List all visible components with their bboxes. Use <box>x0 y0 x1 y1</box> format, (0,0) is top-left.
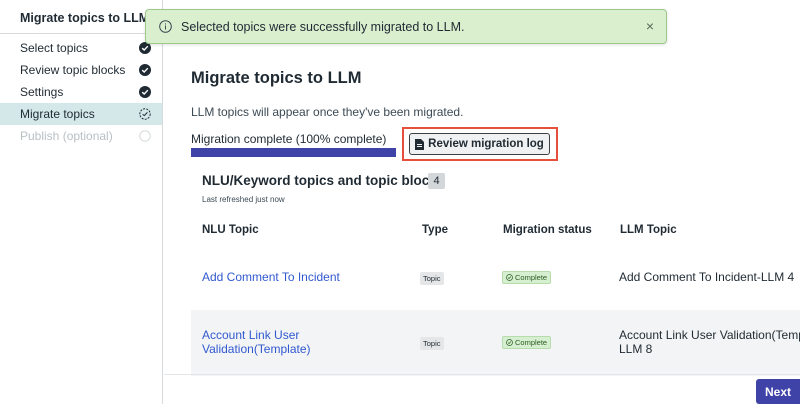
nlu-topic-line: Account Link User <box>202 328 300 342</box>
check-circle-icon <box>139 86 151 98</box>
check-circle-icon <box>506 339 513 346</box>
main-content: Migrate topics to LLM LLM topics will ap… <box>164 34 800 404</box>
step-label: Review topic blocks <box>20 63 126 77</box>
wizard-sidebar: Migrate topics to LLM Select topics Revi… <box>0 0 163 404</box>
page-title: Migrate topics to LLM <box>191 69 362 87</box>
step-migrate-topics[interactable]: Migrate topics <box>0 103 162 125</box>
nlu-topic-line: Validation(Template) <box>202 342 311 356</box>
step-review-topic-blocks[interactable]: Review topic blocks <box>0 59 162 81</box>
empty-circle-icon <box>139 130 151 142</box>
table-row: Add Comment To Incident Topic Complete A… <box>191 247 800 309</box>
type-badge: Topic <box>420 272 444 285</box>
llm-topic-line: Account Link User Validation(Temp <box>619 328 800 342</box>
nlu-topic-link[interactable]: Account Link User Validation(Template) <box>202 328 311 356</box>
step-publish: Publish (optional) <box>0 125 162 147</box>
step-select-topics[interactable]: Select topics <box>0 37 162 59</box>
footer-divider <box>164 374 800 375</box>
progress-bar <box>191 148 396 157</box>
info-icon <box>159 20 172 33</box>
step-label: Settings <box>20 85 64 99</box>
llm-topic: Add Comment To Incident-LLM 4 <box>619 270 795 284</box>
status-badge: Complete <box>502 336 552 349</box>
status-label: Complete <box>515 273 548 282</box>
last-refreshed-text: Last refreshed just now <box>202 195 285 204</box>
status-label: Complete <box>515 338 548 347</box>
step-label: Publish (optional) <box>20 129 113 143</box>
progress-label: Migration complete (100% complete) <box>191 132 387 146</box>
llm-topic: Account Link User Validation(Temp LLM 8 <box>619 328 800 356</box>
review-button-label: Review migration log <box>428 138 544 150</box>
count-badge: 4 <box>428 173 445 189</box>
table-row: Account Link User Validation(Template) T… <box>191 310 800 376</box>
step-label: Migrate topics <box>20 107 95 121</box>
next-button[interactable]: Next <box>756 379 800 404</box>
toast-message: Selected topics were successfully migrat… <box>181 20 465 34</box>
nlu-topic-link[interactable]: Add Comment To Incident <box>202 270 340 284</box>
page-subtitle: LLM topics will appear once they've been… <box>191 105 464 119</box>
column-header-llm-topic: LLM Topic <box>620 224 677 236</box>
document-icon <box>415 138 425 150</box>
status-badge: Complete <box>502 271 552 284</box>
llm-topic-line: LLM 8 <box>619 342 653 356</box>
success-toast: Selected topics were successfully migrat… <box>145 9 667 44</box>
review-migration-log-button[interactable]: Review migration log <box>409 133 550 155</box>
check-circle-icon <box>506 274 513 281</box>
check-circle-icon <box>139 64 151 76</box>
section-title: NLU/Keyword topics and topic blocks <box>202 173 445 188</box>
progress-bar-fill <box>191 148 396 157</box>
in-progress-icon <box>139 108 151 120</box>
type-badge: Topic <box>420 337 444 350</box>
column-header-migration-status: Migration status <box>503 224 592 236</box>
column-header-nlu-topic: NLU Topic <box>202 224 259 236</box>
step-settings[interactable]: Settings <box>0 81 162 103</box>
sidebar-title: Migrate topics to LLM <box>0 0 162 34</box>
column-header-type: Type <box>422 224 448 236</box>
step-label: Select topics <box>20 41 89 55</box>
close-icon[interactable]: × <box>646 18 654 34</box>
